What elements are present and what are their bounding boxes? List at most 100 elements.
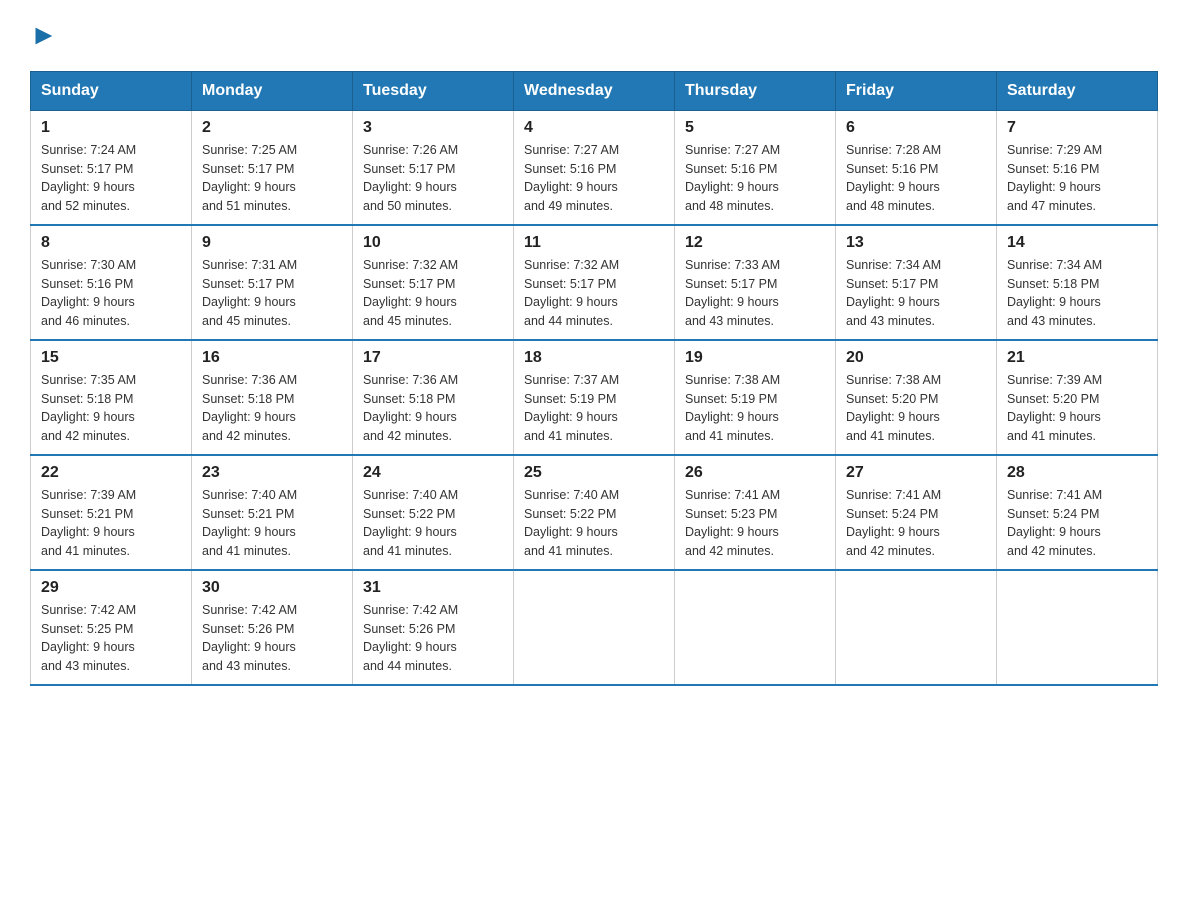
day-number: 15 <box>41 349 181 367</box>
day-number: 12 <box>685 234 825 252</box>
calendar-cell: 6 Sunrise: 7:28 AM Sunset: 5:16 PM Dayli… <box>836 110 997 225</box>
day-number: 16 <box>202 349 342 367</box>
calendar-cell: 30 Sunrise: 7:42 AM Sunset: 5:26 PM Dayl… <box>192 570 353 685</box>
day-info: Sunrise: 7:40 AM Sunset: 5:21 PM Dayligh… <box>202 486 342 561</box>
weekday-header-friday: Friday <box>836 71 997 110</box>
day-number: 2 <box>202 119 342 137</box>
day-number: 17 <box>363 349 503 367</box>
day-info: Sunrise: 7:35 AM Sunset: 5:18 PM Dayligh… <box>41 371 181 446</box>
calendar-cell: 1 Sunrise: 7:24 AM Sunset: 5:17 PM Dayli… <box>31 110 192 225</box>
logo-arrow-icon: ► <box>30 20 58 51</box>
day-info: Sunrise: 7:25 AM Sunset: 5:17 PM Dayligh… <box>202 141 342 216</box>
day-number: 28 <box>1007 464 1147 482</box>
day-info: Sunrise: 7:33 AM Sunset: 5:17 PM Dayligh… <box>685 256 825 331</box>
day-info: Sunrise: 7:38 AM Sunset: 5:20 PM Dayligh… <box>846 371 986 446</box>
day-info: Sunrise: 7:40 AM Sunset: 5:22 PM Dayligh… <box>363 486 503 561</box>
day-info: Sunrise: 7:40 AM Sunset: 5:22 PM Dayligh… <box>524 486 664 561</box>
calendar-week-row: 15 Sunrise: 7:35 AM Sunset: 5:18 PM Dayl… <box>31 340 1158 455</box>
day-number: 21 <box>1007 349 1147 367</box>
calendar-cell: 10 Sunrise: 7:32 AM Sunset: 5:17 PM Dayl… <box>353 225 514 340</box>
day-info: Sunrise: 7:38 AM Sunset: 5:19 PM Dayligh… <box>685 371 825 446</box>
calendar-cell: 27 Sunrise: 7:41 AM Sunset: 5:24 PM Dayl… <box>836 455 997 570</box>
calendar-cell: 18 Sunrise: 7:37 AM Sunset: 5:19 PM Dayl… <box>514 340 675 455</box>
logo: ► <box>30 20 58 51</box>
calendar-cell: 14 Sunrise: 7:34 AM Sunset: 5:18 PM Dayl… <box>997 225 1158 340</box>
calendar-header: SundayMondayTuesdayWednesdayThursdayFrid… <box>31 71 1158 110</box>
day-number: 23 <box>202 464 342 482</box>
day-info: Sunrise: 7:32 AM Sunset: 5:17 PM Dayligh… <box>363 256 503 331</box>
calendar-week-row: 22 Sunrise: 7:39 AM Sunset: 5:21 PM Dayl… <box>31 455 1158 570</box>
day-number: 11 <box>524 234 664 252</box>
calendar-cell: 11 Sunrise: 7:32 AM Sunset: 5:17 PM Dayl… <box>514 225 675 340</box>
day-number: 29 <box>41 579 181 597</box>
day-number: 25 <box>524 464 664 482</box>
calendar-cell: 20 Sunrise: 7:38 AM Sunset: 5:20 PM Dayl… <box>836 340 997 455</box>
day-info: Sunrise: 7:27 AM Sunset: 5:16 PM Dayligh… <box>685 141 825 216</box>
calendar-week-row: 29 Sunrise: 7:42 AM Sunset: 5:25 PM Dayl… <box>31 570 1158 685</box>
day-number: 27 <box>846 464 986 482</box>
day-number: 8 <box>41 234 181 252</box>
day-number: 20 <box>846 349 986 367</box>
calendar-cell: 29 Sunrise: 7:42 AM Sunset: 5:25 PM Dayl… <box>31 570 192 685</box>
calendar-week-row: 8 Sunrise: 7:30 AM Sunset: 5:16 PM Dayli… <box>31 225 1158 340</box>
calendar-cell: 23 Sunrise: 7:40 AM Sunset: 5:21 PM Dayl… <box>192 455 353 570</box>
calendar-cell: 31 Sunrise: 7:42 AM Sunset: 5:26 PM Dayl… <box>353 570 514 685</box>
day-number: 19 <box>685 349 825 367</box>
day-number: 14 <box>1007 234 1147 252</box>
day-info: Sunrise: 7:32 AM Sunset: 5:17 PM Dayligh… <box>524 256 664 331</box>
calendar-cell: 12 Sunrise: 7:33 AM Sunset: 5:17 PM Dayl… <box>675 225 836 340</box>
day-info: Sunrise: 7:27 AM Sunset: 5:16 PM Dayligh… <box>524 141 664 216</box>
calendar-cell: 15 Sunrise: 7:35 AM Sunset: 5:18 PM Dayl… <box>31 340 192 455</box>
calendar-cell: 5 Sunrise: 7:27 AM Sunset: 5:16 PM Dayli… <box>675 110 836 225</box>
calendar-cell: 9 Sunrise: 7:31 AM Sunset: 5:17 PM Dayli… <box>192 225 353 340</box>
day-number: 13 <box>846 234 986 252</box>
day-number: 10 <box>363 234 503 252</box>
weekday-header-monday: Monday <box>192 71 353 110</box>
calendar-cell: 26 Sunrise: 7:41 AM Sunset: 5:23 PM Dayl… <box>675 455 836 570</box>
calendar-cell: 21 Sunrise: 7:39 AM Sunset: 5:20 PM Dayl… <box>997 340 1158 455</box>
day-info: Sunrise: 7:24 AM Sunset: 5:17 PM Dayligh… <box>41 141 181 216</box>
day-number: 24 <box>363 464 503 482</box>
day-info: Sunrise: 7:41 AM Sunset: 5:23 PM Dayligh… <box>685 486 825 561</box>
day-info: Sunrise: 7:42 AM Sunset: 5:26 PM Dayligh… <box>202 601 342 676</box>
calendar-cell: 19 Sunrise: 7:38 AM Sunset: 5:19 PM Dayl… <box>675 340 836 455</box>
calendar-week-row: 1 Sunrise: 7:24 AM Sunset: 5:17 PM Dayli… <box>31 110 1158 225</box>
calendar-cell: 17 Sunrise: 7:36 AM Sunset: 5:18 PM Dayl… <box>353 340 514 455</box>
calendar-cell: 25 Sunrise: 7:40 AM Sunset: 5:22 PM Dayl… <box>514 455 675 570</box>
weekday-header-sunday: Sunday <box>31 71 192 110</box>
calendar-cell: 2 Sunrise: 7:25 AM Sunset: 5:17 PM Dayli… <box>192 110 353 225</box>
calendar-cell <box>997 570 1158 685</box>
day-info: Sunrise: 7:34 AM Sunset: 5:17 PM Dayligh… <box>846 256 986 331</box>
day-info: Sunrise: 7:29 AM Sunset: 5:16 PM Dayligh… <box>1007 141 1147 216</box>
weekday-header-row: SundayMondayTuesdayWednesdayThursdayFrid… <box>31 71 1158 110</box>
day-info: Sunrise: 7:26 AM Sunset: 5:17 PM Dayligh… <box>363 141 503 216</box>
day-info: Sunrise: 7:34 AM Sunset: 5:18 PM Dayligh… <box>1007 256 1147 331</box>
day-number: 1 <box>41 119 181 137</box>
day-info: Sunrise: 7:41 AM Sunset: 5:24 PM Dayligh… <box>846 486 986 561</box>
day-number: 18 <box>524 349 664 367</box>
calendar-cell: 13 Sunrise: 7:34 AM Sunset: 5:17 PM Dayl… <box>836 225 997 340</box>
calendar-body: 1 Sunrise: 7:24 AM Sunset: 5:17 PM Dayli… <box>31 110 1158 685</box>
day-number: 22 <box>41 464 181 482</box>
day-info: Sunrise: 7:39 AM Sunset: 5:21 PM Dayligh… <box>41 486 181 561</box>
calendar-cell: 4 Sunrise: 7:27 AM Sunset: 5:16 PM Dayli… <box>514 110 675 225</box>
calendar-cell: 22 Sunrise: 7:39 AM Sunset: 5:21 PM Dayl… <box>31 455 192 570</box>
calendar-cell <box>514 570 675 685</box>
day-number: 6 <box>846 119 986 137</box>
weekday-header-thursday: Thursday <box>675 71 836 110</box>
day-number: 26 <box>685 464 825 482</box>
calendar-table: SundayMondayTuesdayWednesdayThursdayFrid… <box>30 71 1158 686</box>
day-info: Sunrise: 7:39 AM Sunset: 5:20 PM Dayligh… <box>1007 371 1147 446</box>
calendar-cell <box>675 570 836 685</box>
day-number: 9 <box>202 234 342 252</box>
day-info: Sunrise: 7:37 AM Sunset: 5:19 PM Dayligh… <box>524 371 664 446</box>
weekday-header-saturday: Saturday <box>997 71 1158 110</box>
day-number: 5 <box>685 119 825 137</box>
day-info: Sunrise: 7:31 AM Sunset: 5:17 PM Dayligh… <box>202 256 342 331</box>
calendar-cell <box>836 570 997 685</box>
day-info: Sunrise: 7:42 AM Sunset: 5:26 PM Dayligh… <box>363 601 503 676</box>
day-number: 30 <box>202 579 342 597</box>
day-info: Sunrise: 7:41 AM Sunset: 5:24 PM Dayligh… <box>1007 486 1147 561</box>
calendar-cell: 24 Sunrise: 7:40 AM Sunset: 5:22 PM Dayl… <box>353 455 514 570</box>
calendar-cell: 8 Sunrise: 7:30 AM Sunset: 5:16 PM Dayli… <box>31 225 192 340</box>
